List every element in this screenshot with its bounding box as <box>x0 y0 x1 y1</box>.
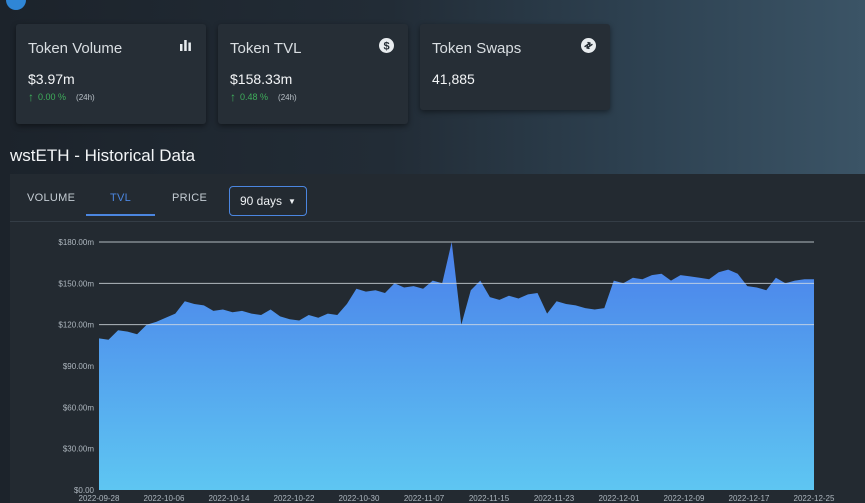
change-period: (24h) <box>76 92 95 102</box>
change-percent: 0.48 % <box>240 92 269 102</box>
card-title: Token Volume <box>28 40 123 57</box>
x-tick-label: 2022-11-23 <box>534 494 575 503</box>
section-title: wstETH - Historical Data <box>10 146 196 165</box>
bar-chart-icon <box>179 38 192 56</box>
tvl-chart-svg: $0.00$30.00m$60.00m$90.00m$120.00m$150.0… <box>58 238 835 503</box>
token-tvl-card: Token TVL $ $158.33m ↑ 0.48 % (24h) <box>218 24 408 124</box>
stats-cards: Token Volume $3.97m ↑ 0.00 % (24h) Token… <box>16 24 610 124</box>
x-tick-label: 2022-12-17 <box>729 494 770 503</box>
range-selected: 90 days <box>240 194 283 208</box>
card-value: $158.33m <box>230 71 293 87</box>
card-change: ↑ 0.48 % (24h) <box>230 91 394 103</box>
y-tick-label: $150.00m <box>58 279 94 288</box>
x-tick-label: 2022-10-14 <box>209 494 250 503</box>
y-tick-label: $60.00m <box>63 403 94 412</box>
x-tick-label: 2022-12-25 <box>794 494 835 503</box>
x-tick-label: 2022-10-22 <box>274 494 315 503</box>
card-value: 41,885 <box>432 71 475 87</box>
tab-volume[interactable]: VOLUME <box>27 192 75 204</box>
x-tick-label: 2022-11-15 <box>469 494 510 503</box>
tab-tvl[interactable]: TVL <box>110 192 131 204</box>
arrow-up-icon: ↑ <box>28 90 34 104</box>
x-tick-label: 2022-12-09 <box>664 494 705 503</box>
tvl-area <box>99 242 814 490</box>
caret-down-icon: ▼ <box>288 196 296 206</box>
dollar-circle-icon: $ <box>379 38 394 58</box>
card-value: $3.97m <box>28 71 75 87</box>
swap-circle-icon <box>581 38 596 58</box>
x-tick-label: 2022-11-07 <box>404 494 445 503</box>
arrow-up-icon: ↑ <box>230 90 236 104</box>
card-change: ↑ 0.00 % (24h) <box>28 91 192 103</box>
range-dropdown[interactable]: 90 days ▼ <box>229 186 307 216</box>
tvl-chart: $0.00 $30.00m $60.00m $90.00m $120.00m $150.0… <box>10 222 865 503</box>
app-logo-icon <box>6 0 26 10</box>
y-tick-label: $30.00m <box>63 445 94 454</box>
change-period: (24h) <box>278 92 297 102</box>
x-tick-label: 2022-12-01 <box>599 494 640 503</box>
token-volume-card: Token Volume $3.97m ↑ 0.00 % (24h) <box>16 24 206 124</box>
tab-price[interactable]: PRICE <box>172 192 207 204</box>
change-percent: 0.00 % <box>38 92 67 102</box>
y-tick-label: $90.00m <box>63 362 94 371</box>
svg-text:$: $ <box>383 41 389 53</box>
x-tick-label: 2022-10-06 <box>144 494 185 503</box>
active-tab-indicator <box>86 214 155 216</box>
x-tick-label: 2022-10-30 <box>339 494 380 503</box>
chart-tabs: VOLUME TVL PRICE 90 days ▼ <box>10 174 865 222</box>
card-title: Token Swaps <box>432 40 522 57</box>
historical-data-panel: VOLUME TVL PRICE 90 days ▼ $0.00 $30.00m $… <box>10 174 865 503</box>
y-tick-label: $120.00m <box>58 321 94 330</box>
card-title: Token TVL <box>230 40 302 57</box>
y-tick-label: $180.00m <box>58 238 94 247</box>
x-tick-label: 2022-09-28 <box>79 494 120 503</box>
token-swaps-card: Token Swaps 41,885 <box>420 24 610 110</box>
